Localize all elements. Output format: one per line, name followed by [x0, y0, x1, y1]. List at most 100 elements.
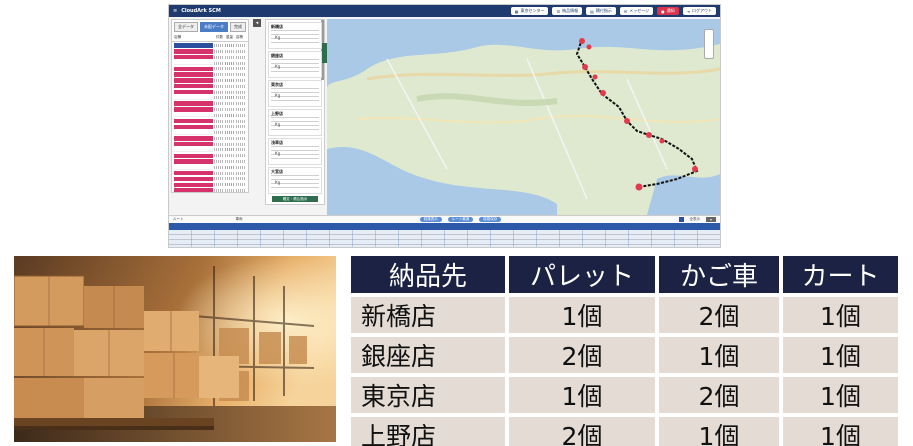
warehouse-image — [14, 256, 336, 442]
list-item[interactable] — [174, 170, 246, 176]
store-value-cell — [236, 171, 246, 175]
list-item[interactable] — [174, 112, 246, 118]
store-value-cell — [214, 55, 224, 59]
confirm-loading-button[interactable]: 確定・積込指示 — [272, 196, 318, 202]
store-value-cell — [214, 171, 224, 175]
list-item[interactable] — [174, 176, 246, 182]
schedule-grid — [169, 223, 720, 247]
table-row: 銀座店 2個 1個 1個 — [351, 337, 898, 377]
tab-all-data[interactable]: 全データ — [174, 22, 198, 32]
store-name-cell — [174, 72, 213, 77]
store-value-cell — [225, 119, 235, 123]
tab-unassigned[interactable]: 未配データ — [200, 22, 228, 32]
list-item[interactable] — [174, 54, 246, 60]
store-name-cell — [174, 60, 213, 66]
delivery-quantity-table: 納品先 パレット かご車 カート 新橋店 1個 2個 1個 銀座店 2個 1個 … — [351, 256, 898, 446]
show-all-label: 全表示 — [689, 217, 701, 221]
panel-toggle[interactable]: ◂ — [253, 19, 263, 193]
list-item[interactable] — [174, 60, 246, 66]
route-stop-card[interactable]: 東京店 Kg — [268, 80, 322, 107]
show-route-button[interactable]: 経路表示 — [419, 217, 442, 222]
menu-icon[interactable]: ≡ — [173, 8, 177, 14]
store-value-cell — [236, 183, 246, 187]
collapse-icon[interactable]: ◂ — [253, 19, 261, 27]
store-name-cell — [174, 124, 213, 130]
route-stop-card[interactable]: 浅草店 Kg — [268, 138, 322, 165]
store-name-cell — [174, 49, 213, 54]
list-item[interactable] — [174, 49, 246, 54]
store-value-cell — [214, 160, 224, 164]
list-item[interactable] — [174, 118, 246, 124]
store-name-cell — [174, 153, 213, 159]
logout-button[interactable]: ⇥ ログアウト — [682, 7, 716, 15]
list-item[interactable] — [174, 89, 246, 95]
table-row: 東京店 1個 2個 1個 — [351, 377, 898, 417]
store-value-cell — [214, 183, 224, 187]
store-value-cell — [236, 90, 246, 94]
schedule-grid-cells[interactable] — [169, 230, 720, 247]
store-value-cell — [236, 78, 246, 82]
save-route-button[interactable]: 経路保存 — [479, 217, 502, 222]
delivery-info-button[interactable]: ☰ 納品情報 — [552, 7, 583, 15]
list-item[interactable] — [174, 43, 246, 48]
store-value-cell — [214, 165, 224, 169]
map-zoom-control[interactable] — [704, 29, 714, 59]
optimize-route-button[interactable]: ルート最適 — [447, 217, 474, 222]
store-value-cell — [236, 67, 246, 71]
list-item[interactable] — [174, 153, 246, 159]
store-value-cell — [225, 78, 235, 82]
store-value-cell — [214, 131, 224, 135]
route-stop-card[interactable]: 大宮店 Kg — [268, 167, 322, 194]
show-all-checkbox[interactable] — [678, 217, 684, 222]
list-item[interactable] — [174, 136, 246, 141]
list-item[interactable] — [174, 101, 246, 106]
card-unit: Kg — [275, 151, 281, 156]
list-item[interactable] — [174, 188, 246, 192]
center-select-button[interactable]: ▦ 東京センター — [510, 7, 549, 15]
store-name-cell — [174, 43, 213, 48]
route-stop-card[interactable]: 新橋店 Kg — [268, 22, 322, 49]
store-value-cell — [225, 165, 235, 169]
route-stop-card[interactable]: 上野店 Kg — [268, 109, 322, 136]
store-value-cell — [225, 96, 235, 100]
cell-pallet: 1個 — [509, 297, 659, 337]
tab-completed[interactable]: 完成 — [230, 22, 246, 32]
message-button[interactable]: ✉ メッセージ — [619, 7, 654, 15]
store-name-cell — [174, 136, 213, 141]
store-name-cell — [174, 89, 213, 95]
list-icon: ☰ — [556, 8, 561, 14]
notification-button[interactable]: ● 通知 — [657, 7, 679, 15]
route-map[interactable] — [327, 19, 720, 215]
store-value-cell — [236, 113, 246, 117]
store-value-cell — [214, 113, 224, 117]
list-item[interactable] — [174, 141, 246, 147]
list-item[interactable] — [174, 107, 246, 112]
store-value-cell — [225, 55, 235, 59]
store-value-cell — [225, 131, 235, 135]
loading-instruction-button[interactable]: ▤ 積付指示 — [586, 7, 616, 15]
list-item[interactable] — [174, 165, 246, 170]
store-value-cell — [214, 96, 224, 100]
store-value-cell — [214, 142, 224, 146]
store-value-cell — [214, 44, 224, 48]
list-item[interactable] — [174, 83, 246, 89]
list-item[interactable] — [174, 147, 246, 153]
route-stop-card[interactable]: 銀座店 Kg — [268, 51, 322, 78]
list-item[interactable] — [174, 124, 246, 130]
list-item[interactable] — [174, 66, 246, 72]
store-value-cell — [225, 113, 235, 117]
building-icon: ▦ — [514, 8, 519, 14]
list-item[interactable] — [174, 182, 246, 188]
list-item[interactable] — [174, 78, 246, 83]
toggle-icon[interactable]: ▾ — [706, 217, 716, 222]
list-item[interactable] — [174, 130, 246, 135]
cell-store: 銀座店 — [351, 337, 509, 377]
store-value-cell — [225, 148, 235, 152]
store-name-cell — [174, 159, 213, 164]
cell-store: 新橋店 — [351, 297, 509, 337]
list-item[interactable] — [174, 159, 246, 164]
list-item[interactable] — [174, 95, 246, 101]
list-item[interactable] — [174, 72, 246, 77]
store-value-cell — [236, 44, 246, 48]
store-value-cell — [236, 107, 246, 111]
